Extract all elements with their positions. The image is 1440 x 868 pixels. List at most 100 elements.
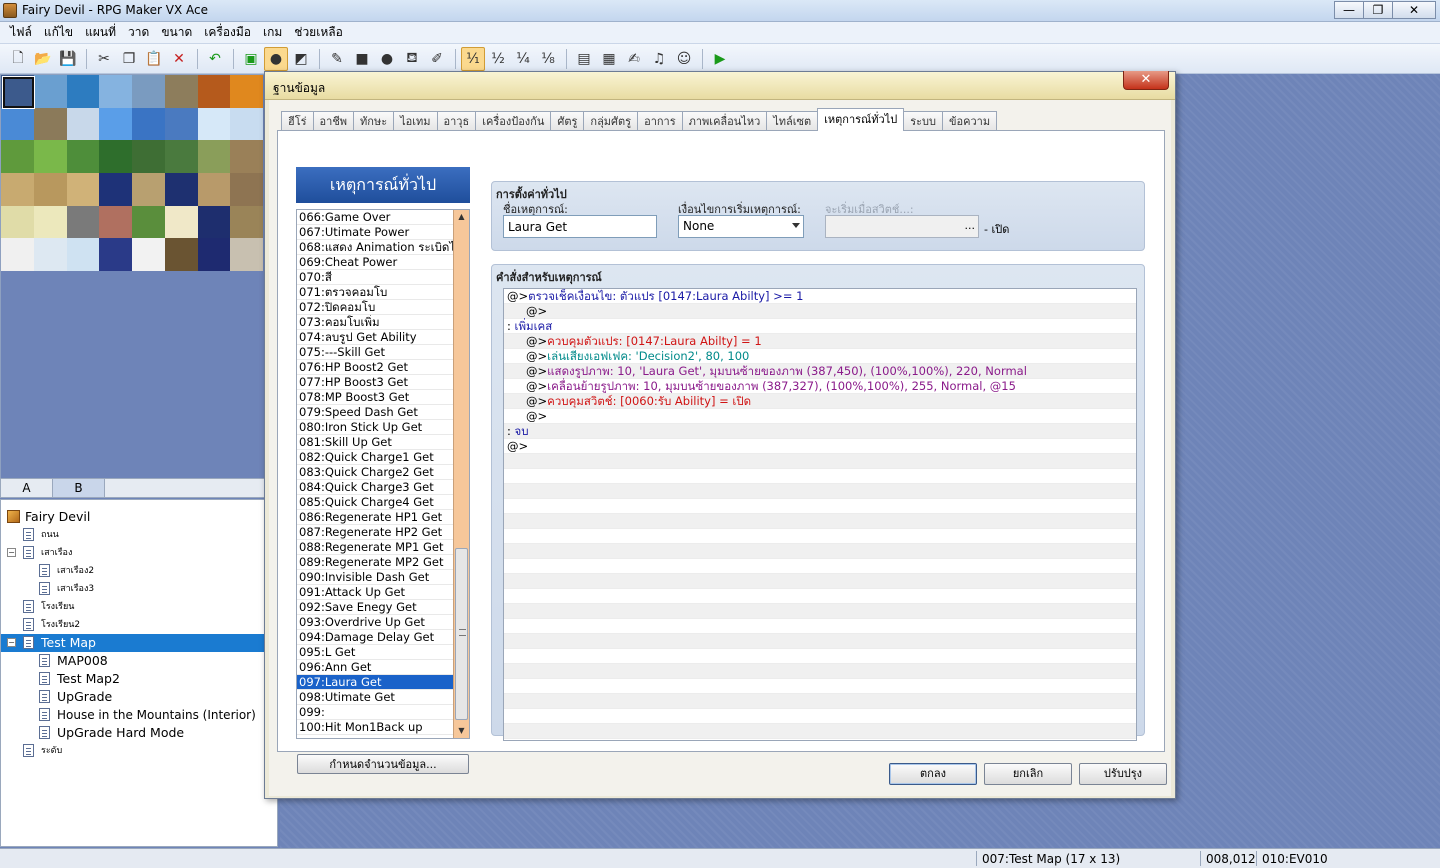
event-command-list[interactable]: @>ตรวจเช็คเงื่อนไข: ตัวแปร [0147:Laura A… (503, 288, 1137, 741)
zoom-eighth-icon[interactable]: ⅛ (536, 47, 560, 71)
ok-button[interactable]: ตกลง (889, 763, 977, 785)
shadow-pen-icon[interactable]: ✐ (425, 47, 449, 71)
tile[interactable] (132, 238, 165, 271)
event-list-item[interactable]: 078:MP Boost3 Get (297, 390, 453, 405)
tree-map-item[interactable]: โรงเรียน2 (1, 616, 277, 634)
event-list-item[interactable]: 076:HP Boost2 Get (297, 360, 453, 375)
cut-icon[interactable]: ✂ (92, 47, 116, 71)
save-project-icon[interactable]: 💾 (56, 47, 80, 71)
event-list-item[interactable]: 087:Regenerate HP2 Get (297, 525, 453, 540)
command-line[interactable]: : เพิ่มเคส (504, 319, 1136, 334)
tab-10[interactable]: ไทล์เซต (766, 111, 819, 131)
tile[interactable] (66, 205, 100, 239)
event-list-item[interactable]: 073:คอมโบเพิ่ม (297, 315, 453, 330)
menu-tools[interactable]: เครื่องมือ (198, 23, 257, 42)
tile[interactable] (197, 238, 231, 271)
resource-manager-icon[interactable]: ▦ (597, 47, 621, 71)
event-list-item[interactable]: 084:Quick Charge3 Get (297, 480, 453, 495)
tile[interactable] (230, 75, 263, 108)
tree-project[interactable]: Fairy Devil (1, 508, 277, 526)
event-list-item[interactable]: 075:---Skill Get (297, 345, 453, 360)
collapse-icon[interactable]: − (7, 638, 16, 647)
copy-icon[interactable]: ❐ (117, 47, 141, 71)
tile[interactable] (132, 173, 165, 206)
tile-grid[interactable] (1, 75, 263, 271)
menu-file[interactable]: ไฟล์ (4, 23, 38, 42)
tile[interactable] (230, 107, 263, 141)
tree-map-item[interactable]: − เสาเรือง (1, 544, 277, 562)
tile[interactable] (99, 75, 132, 108)
tab-1[interactable]: อาชีพ (312, 111, 355, 131)
tile[interactable] (197, 205, 231, 239)
tile[interactable] (230, 173, 263, 206)
tile[interactable] (1, 107, 34, 141)
scroll-down-icon[interactable]: ▼ (454, 724, 469, 738)
event-name-input[interactable] (503, 215, 657, 238)
tab-4[interactable]: อาวุธ (436, 111, 477, 131)
command-line[interactable]: @> (504, 439, 1136, 454)
tab-13[interactable]: ข้อความ (941, 111, 998, 131)
tile[interactable] (1, 173, 34, 206)
event-list-item[interactable]: 069:Cheat Power (297, 255, 453, 270)
tree-map-item[interactable]: เสาเรือง3 (1, 580, 277, 598)
tab-9[interactable]: ภาพเคลื่อนไหว (681, 111, 768, 131)
event-list-item[interactable]: 067:Utimate Power (297, 225, 453, 240)
zoom-quarter-icon[interactable]: ¼ (511, 47, 535, 71)
event-list-item[interactable]: 083:Quick Charge2 Get (297, 465, 453, 480)
tree-map-item[interactable]: เสาเรือง2 (1, 562, 277, 580)
tree-map-item-selected[interactable]: − Test Map (1, 634, 277, 652)
tileset-tab-a[interactable]: A (1, 479, 53, 497)
event-list-item[interactable]: 099: (297, 705, 453, 720)
rectangle-icon[interactable]: ■ (350, 47, 374, 71)
tile[interactable] (132, 140, 165, 173)
tile[interactable] (197, 107, 231, 141)
tile[interactable] (66, 140, 100, 173)
tile[interactable] (33, 140, 67, 173)
command-line[interactable]: @> (504, 409, 1136, 424)
tile[interactable] (33, 205, 67, 239)
tile[interactable] (99, 140, 132, 173)
event-list-item[interactable]: 082:Quick Charge1 Get (297, 450, 453, 465)
tile[interactable] (164, 205, 198, 239)
event-list-item[interactable]: 085:Quick Charge4 Get (297, 495, 453, 510)
tile[interactable] (164, 140, 198, 173)
sound-test-icon[interactable]: ♫ (647, 47, 671, 71)
tile[interactable] (230, 238, 263, 271)
switch-select[interactable]: ... (825, 215, 979, 238)
maximize-button[interactable]: ❐ (1363, 1, 1393, 19)
tile[interactable] (1, 140, 34, 173)
event-list-item[interactable]: 086:Regenerate HP1 Get (297, 510, 453, 525)
tile[interactable] (33, 75, 67, 108)
trigger-select[interactable]: None (678, 215, 804, 238)
tab-11[interactable]: เหตุการณ์ทั่วไป (817, 108, 905, 131)
tile[interactable] (164, 107, 198, 141)
tree-map-item[interactable]: ระดับ (1, 742, 277, 760)
tile[interactable] (99, 205, 132, 239)
tree-map-item[interactable]: House in the Mountains (Interior) (1, 706, 277, 724)
tab-3[interactable]: ไอเทม (393, 111, 438, 131)
event-list-item[interactable]: 088:Regenerate MP1 Get (297, 540, 453, 555)
tree-map-item[interactable]: UpGrade (1, 688, 277, 706)
tile[interactable] (99, 238, 132, 271)
command-line[interactable]: @>ควบคุมตัวแปร: [0147:Laura Abilty] = 1 (504, 334, 1136, 349)
tile[interactable] (132, 205, 165, 239)
menu-help[interactable]: ช่วยเหลือ (288, 23, 349, 42)
tile[interactable] (66, 107, 100, 141)
event-list-item[interactable]: 081:Skill Up Get (297, 435, 453, 450)
menu-map[interactable]: แผนที่ (79, 23, 122, 42)
command-line[interactable]: : จบ (504, 424, 1136, 439)
zoom-1x-icon[interactable]: ¹⁄₁ (461, 46, 485, 71)
open-project-icon[interactable]: 📂 (31, 47, 55, 71)
tile[interactable] (197, 140, 231, 173)
event-list-item[interactable]: 068:แสดง Animation ระเบิดไข (297, 240, 453, 255)
cancel-button[interactable]: ยกเลิก (984, 763, 1072, 785)
event-list-item[interactable]: 080:Iron Stick Up Get (297, 420, 453, 435)
dialog-close-button[interactable]: ✕ (1123, 71, 1169, 90)
switch-browse-button[interactable]: ... (965, 219, 976, 232)
tab-6[interactable]: ศัตรู (550, 111, 585, 131)
tile[interactable] (230, 205, 263, 239)
tree-map-item[interactable]: Test Map2 (1, 670, 277, 688)
tree-map-item[interactable]: UpGrade Hard Mode (1, 724, 277, 742)
database-icon[interactable]: ▤ (572, 47, 596, 71)
event-list-item[interactable]: 070:สี (297, 270, 453, 285)
